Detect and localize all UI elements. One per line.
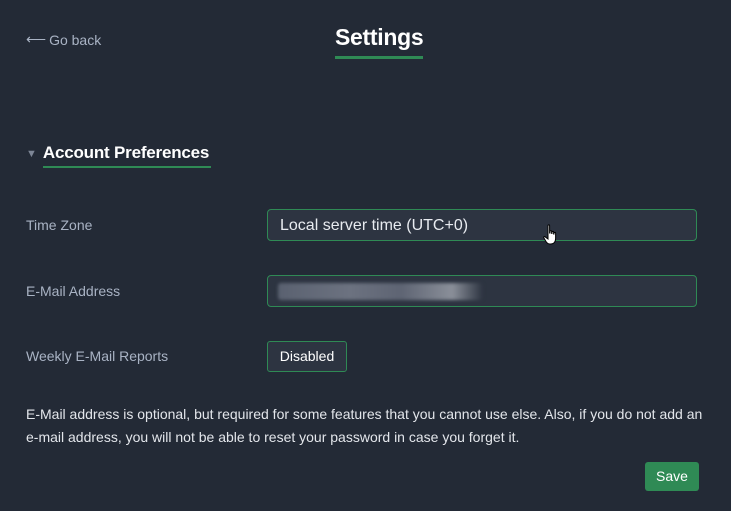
section-header-account-preferences[interactable]: ▼ Account Preferences — [26, 143, 209, 163]
section-title: Account Preferences — [42, 143, 210, 162]
time-zone-value: Local server time (UTC+0) — [280, 217, 469, 234]
hand-pointer-icon — [543, 224, 557, 245]
email-info-note: E-Mail address is optional, but required… — [26, 406, 703, 445]
page-title: Settings — [335, 24, 424, 50]
title-underline — [335, 56, 423, 59]
triangle-down-icon: ▼ — [26, 147, 37, 160]
save-button[interactable]: Save — [645, 462, 699, 491]
go-back-label: Go back — [49, 31, 102, 48]
time-zone-label: Time Zone — [26, 217, 93, 233]
redacted-email-value — [278, 283, 483, 300]
email-field[interactable] — [267, 275, 697, 307]
weekly-reports-toggle[interactable]: Disabled — [267, 341, 347, 372]
weekly-reports-label: Weekly E-Mail Reports — [26, 348, 169, 364]
go-back-link[interactable]: ⟵ Go back — [26, 31, 101, 48]
arrow-left-icon: ⟵ — [26, 31, 47, 47]
email-label: E-Mail Address — [26, 283, 121, 299]
time-zone-select[interactable]: Local server time (UTC+0) — [267, 209, 697, 241]
section-underline — [43, 166, 211, 168]
